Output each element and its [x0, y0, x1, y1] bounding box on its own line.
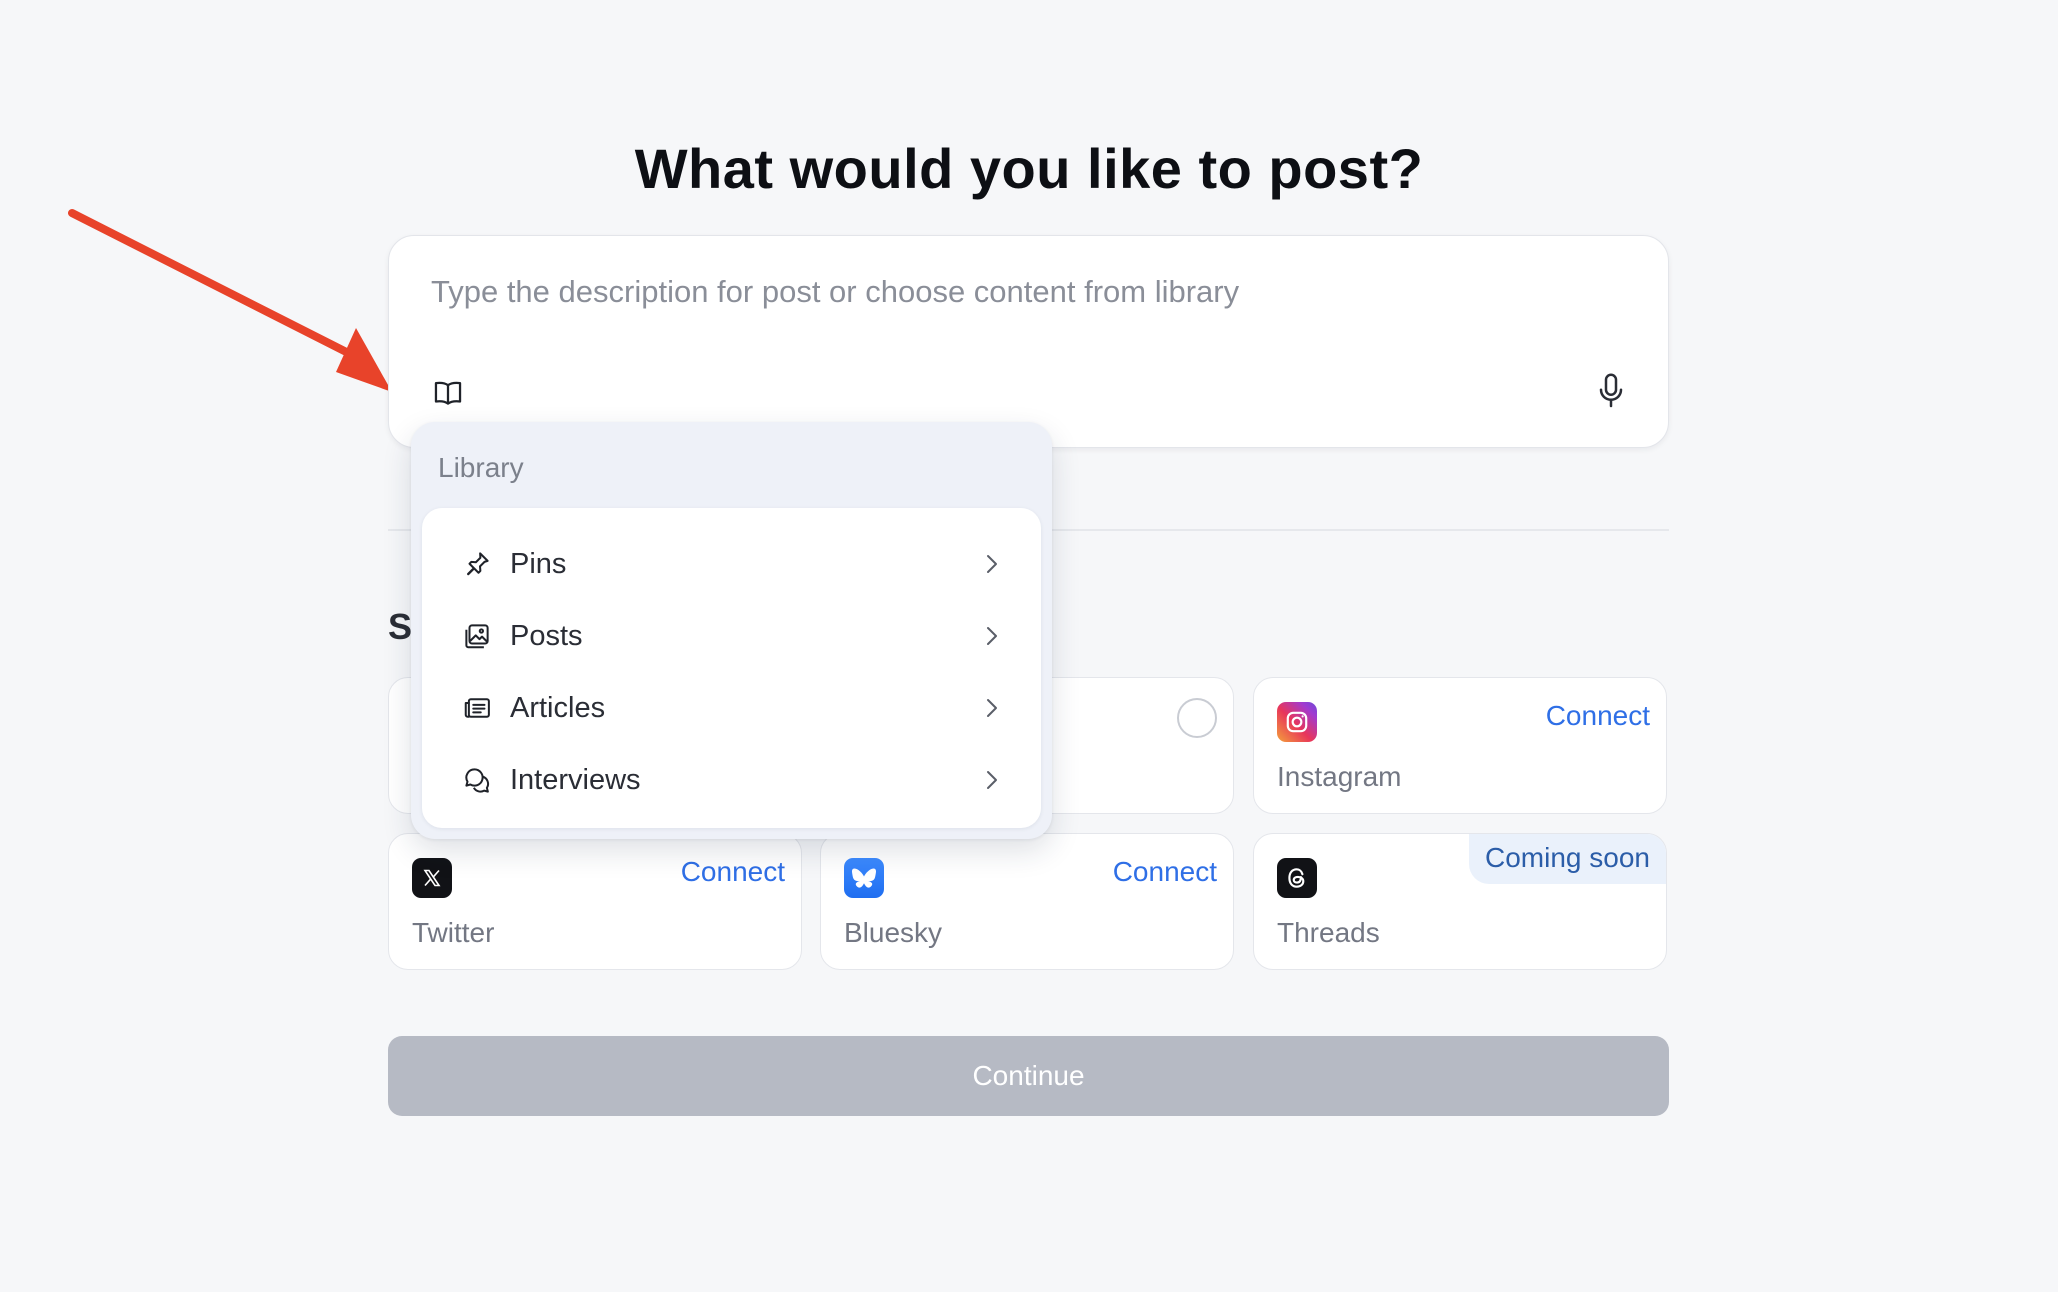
x-icon — [412, 858, 452, 898]
chevron-right-icon — [987, 771, 997, 789]
menu-item-label: Posts — [510, 619, 583, 652]
menu-item-posts[interactable]: Posts — [422, 600, 1041, 672]
instagram-icon — [1277, 702, 1317, 742]
menu-item-label: Pins — [510, 547, 567, 580]
menu-item-label: Articles — [510, 691, 606, 724]
book-icon[interactable] — [431, 376, 465, 410]
post-composer-page: What would you like to post? Type the de… — [0, 0, 2058, 1292]
composer-placeholder: Type the description for post or choose … — [431, 274, 1240, 309]
pin-icon — [467, 552, 489, 576]
newspaper-icon — [464, 698, 490, 718]
connect-instagram-button[interactable]: Connect — [1546, 700, 1650, 732]
post-description-input[interactable]: Type the description for post or choose … — [388, 235, 1669, 448]
chevron-right-icon — [987, 627, 997, 645]
menu-item-articles[interactable]: Articles — [422, 672, 1041, 744]
platform-name: Threads — [1277, 917, 1380, 948]
connect-bluesky-button[interactable]: Connect — [1113, 856, 1217, 888]
section-label: S — [388, 606, 413, 647]
microphone-icon[interactable] — [1596, 371, 1626, 411]
platform-name: Instagram — [1277, 761, 1402, 792]
platform-name: Twitter — [412, 917, 495, 948]
chevron-right-icon — [987, 555, 997, 573]
page-title: What would you like to post? — [634, 137, 1424, 200]
platform-card-bluesky[interactable]: Connect Bluesky — [820, 833, 1234, 970]
coming-soon-badge: Coming soon — [1469, 834, 1666, 884]
threads-icon — [1277, 858, 1317, 898]
platform-card-instagram[interactable]: Connect Instagram — [1253, 677, 1667, 814]
library-menu: Pins Posts Articles Interviews — [422, 508, 1041, 828]
bluesky-icon — [844, 858, 884, 898]
platform-card-threads: Coming soon Threads — [1253, 833, 1667, 970]
library-popup-title: Library — [438, 452, 524, 483]
images-icon — [465, 624, 489, 649]
chat-bubbles-icon — [465, 768, 490, 793]
menu-item-interviews[interactable]: Interviews — [422, 744, 1041, 816]
connect-twitter-button[interactable]: Connect — [681, 856, 785, 888]
continue-button[interactable]: Continue — [388, 1036, 1669, 1116]
menu-item-label: Interviews — [510, 763, 641, 796]
menu-item-pins[interactable]: Pins — [422, 528, 1041, 600]
chevron-right-icon — [987, 699, 997, 717]
platform-card-twitter[interactable]: Connect Twitter — [388, 833, 802, 970]
radio-button[interactable] — [1177, 698, 1217, 738]
library-popup: Library Pins Posts Articles Interviews — [411, 422, 1052, 839]
platform-name: Bluesky — [844, 917, 943, 948]
